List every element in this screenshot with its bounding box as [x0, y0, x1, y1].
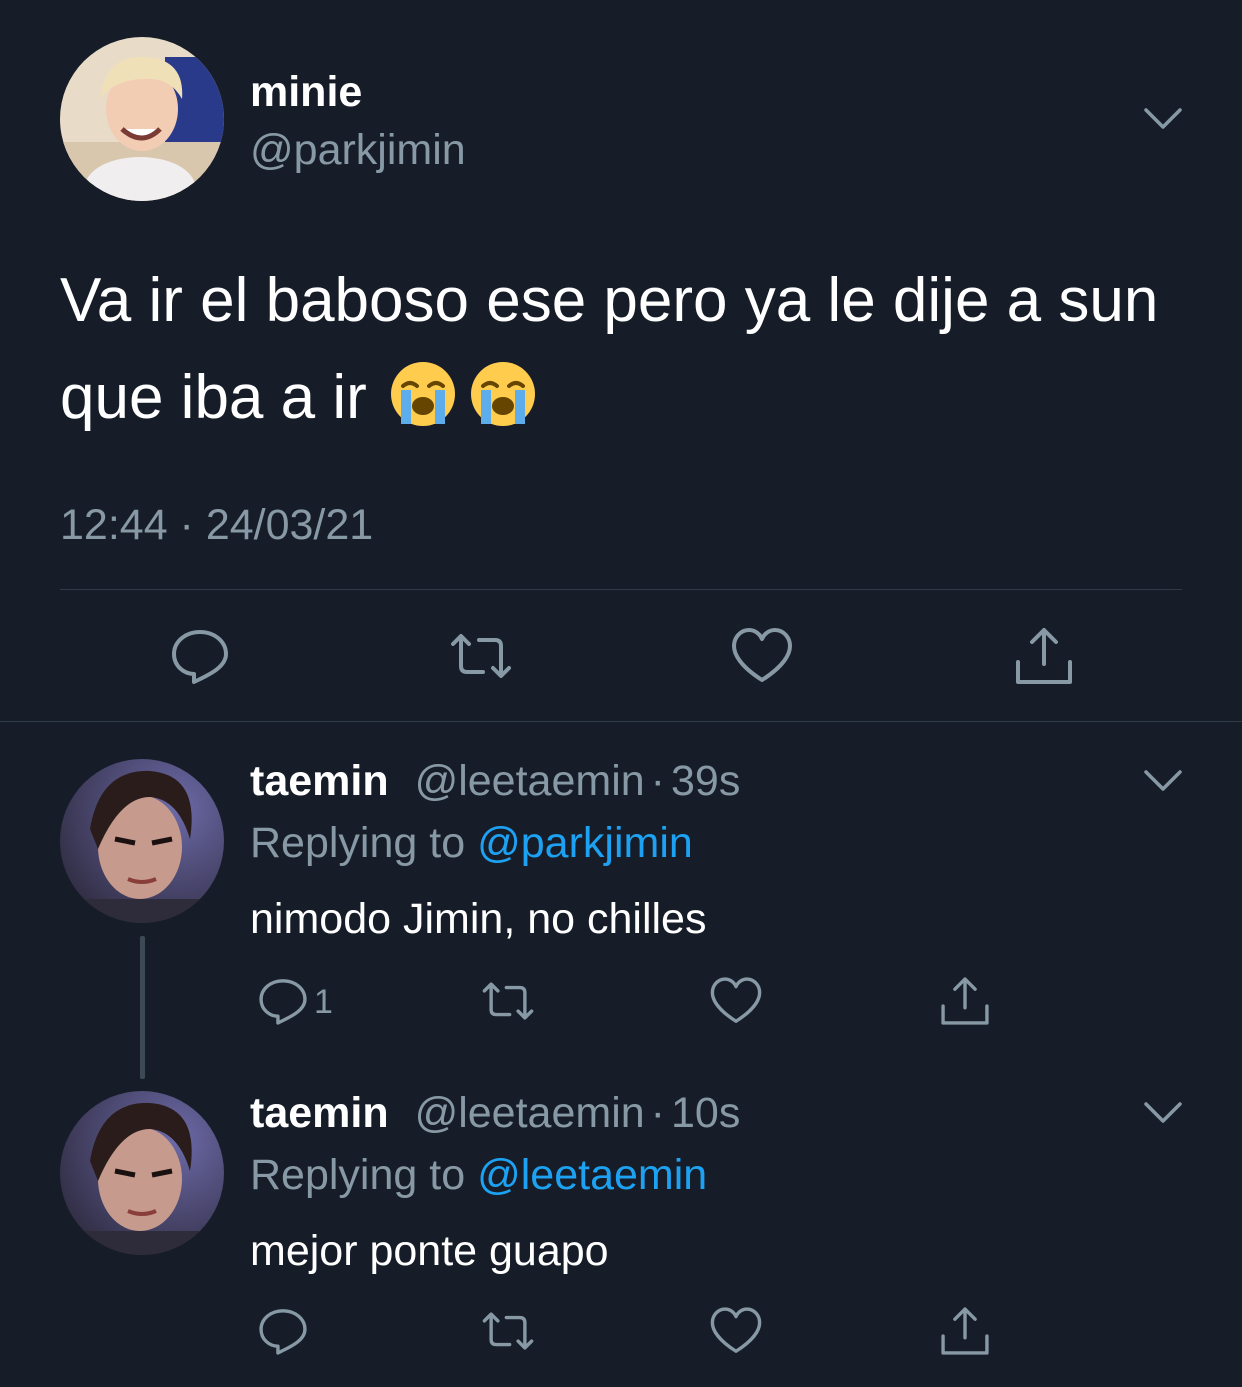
chevron-down-icon[interactable] [1143, 768, 1183, 794]
reply-time[interactable]: 39s [671, 757, 740, 805]
thread-connector [140, 936, 145, 1079]
reply-icon[interactable] [256, 1304, 310, 1358]
share-icon[interactable] [938, 1304, 992, 1358]
loudly-crying-face-icon [390, 362, 455, 426]
tweet-text-content: Va ir el baboso ese pero ya le dije a su… [60, 266, 1159, 432]
reply-icon[interactable] [168, 624, 232, 688]
reply-author-handle[interactable]: @leetaemin [415, 1089, 645, 1137]
chevron-down-icon[interactable] [1143, 1100, 1183, 1126]
retweet-icon[interactable] [449, 624, 513, 688]
share-icon[interactable] [938, 974, 992, 1028]
reply-avatar[interactable] [60, 1091, 224, 1255]
reply-text: mejor ponte guapo [250, 1227, 609, 1275]
share-icon[interactable] [1012, 624, 1076, 688]
reply-icon[interactable] [256, 974, 310, 1028]
reply-time[interactable]: 10s [671, 1089, 740, 1137]
author-handle[interactable]: @parkjimin [250, 124, 466, 176]
replying-prefix: Replying to [250, 1151, 466, 1199]
reply-author-name[interactable]: taemin [250, 757, 389, 805]
reply-header: taemin @leetaemin · 39s [250, 755, 740, 807]
replying-to-line: Replying to @leetaemin [250, 1149, 707, 1201]
divider [60, 589, 1182, 590]
tweet-text: Va ir el baboso ese pero ya le dije a su… [60, 252, 1190, 446]
author-name[interactable]: minie [250, 66, 362, 118]
like-icon[interactable] [709, 1304, 763, 1358]
mention-link[interactable]: @parkjimin [477, 819, 693, 867]
replying-to-line: Replying to @parkjimin [250, 817, 693, 869]
reply-author-name[interactable]: taemin [250, 1089, 389, 1137]
reply-text: nimodo Jimin, no chilles [250, 895, 707, 943]
replying-prefix: Replying to [250, 819, 466, 867]
retweet-icon[interactable] [481, 1304, 535, 1358]
separator-dot: · [650, 1089, 665, 1137]
loudly-crying-face-icon [470, 362, 535, 426]
mention-link[interactable]: @leetaemin [477, 1151, 707, 1199]
main-avatar[interactable] [60, 37, 224, 201]
reply-avatar[interactable] [60, 759, 224, 923]
like-icon[interactable] [709, 974, 763, 1028]
reply-header: taemin @leetaemin · 10s [250, 1087, 740, 1139]
like-icon[interactable] [730, 624, 794, 688]
divider [0, 721, 1242, 722]
reply-count: 1 [314, 983, 333, 1021]
retweet-icon[interactable] [481, 974, 535, 1028]
reply-author-handle[interactable]: @leetaemin [415, 757, 645, 805]
separator-dot: · [650, 757, 665, 805]
tweet-timestamp[interactable]: 12:44 · 24/03/21 [60, 497, 373, 553]
chevron-down-icon[interactable] [1143, 106, 1183, 132]
